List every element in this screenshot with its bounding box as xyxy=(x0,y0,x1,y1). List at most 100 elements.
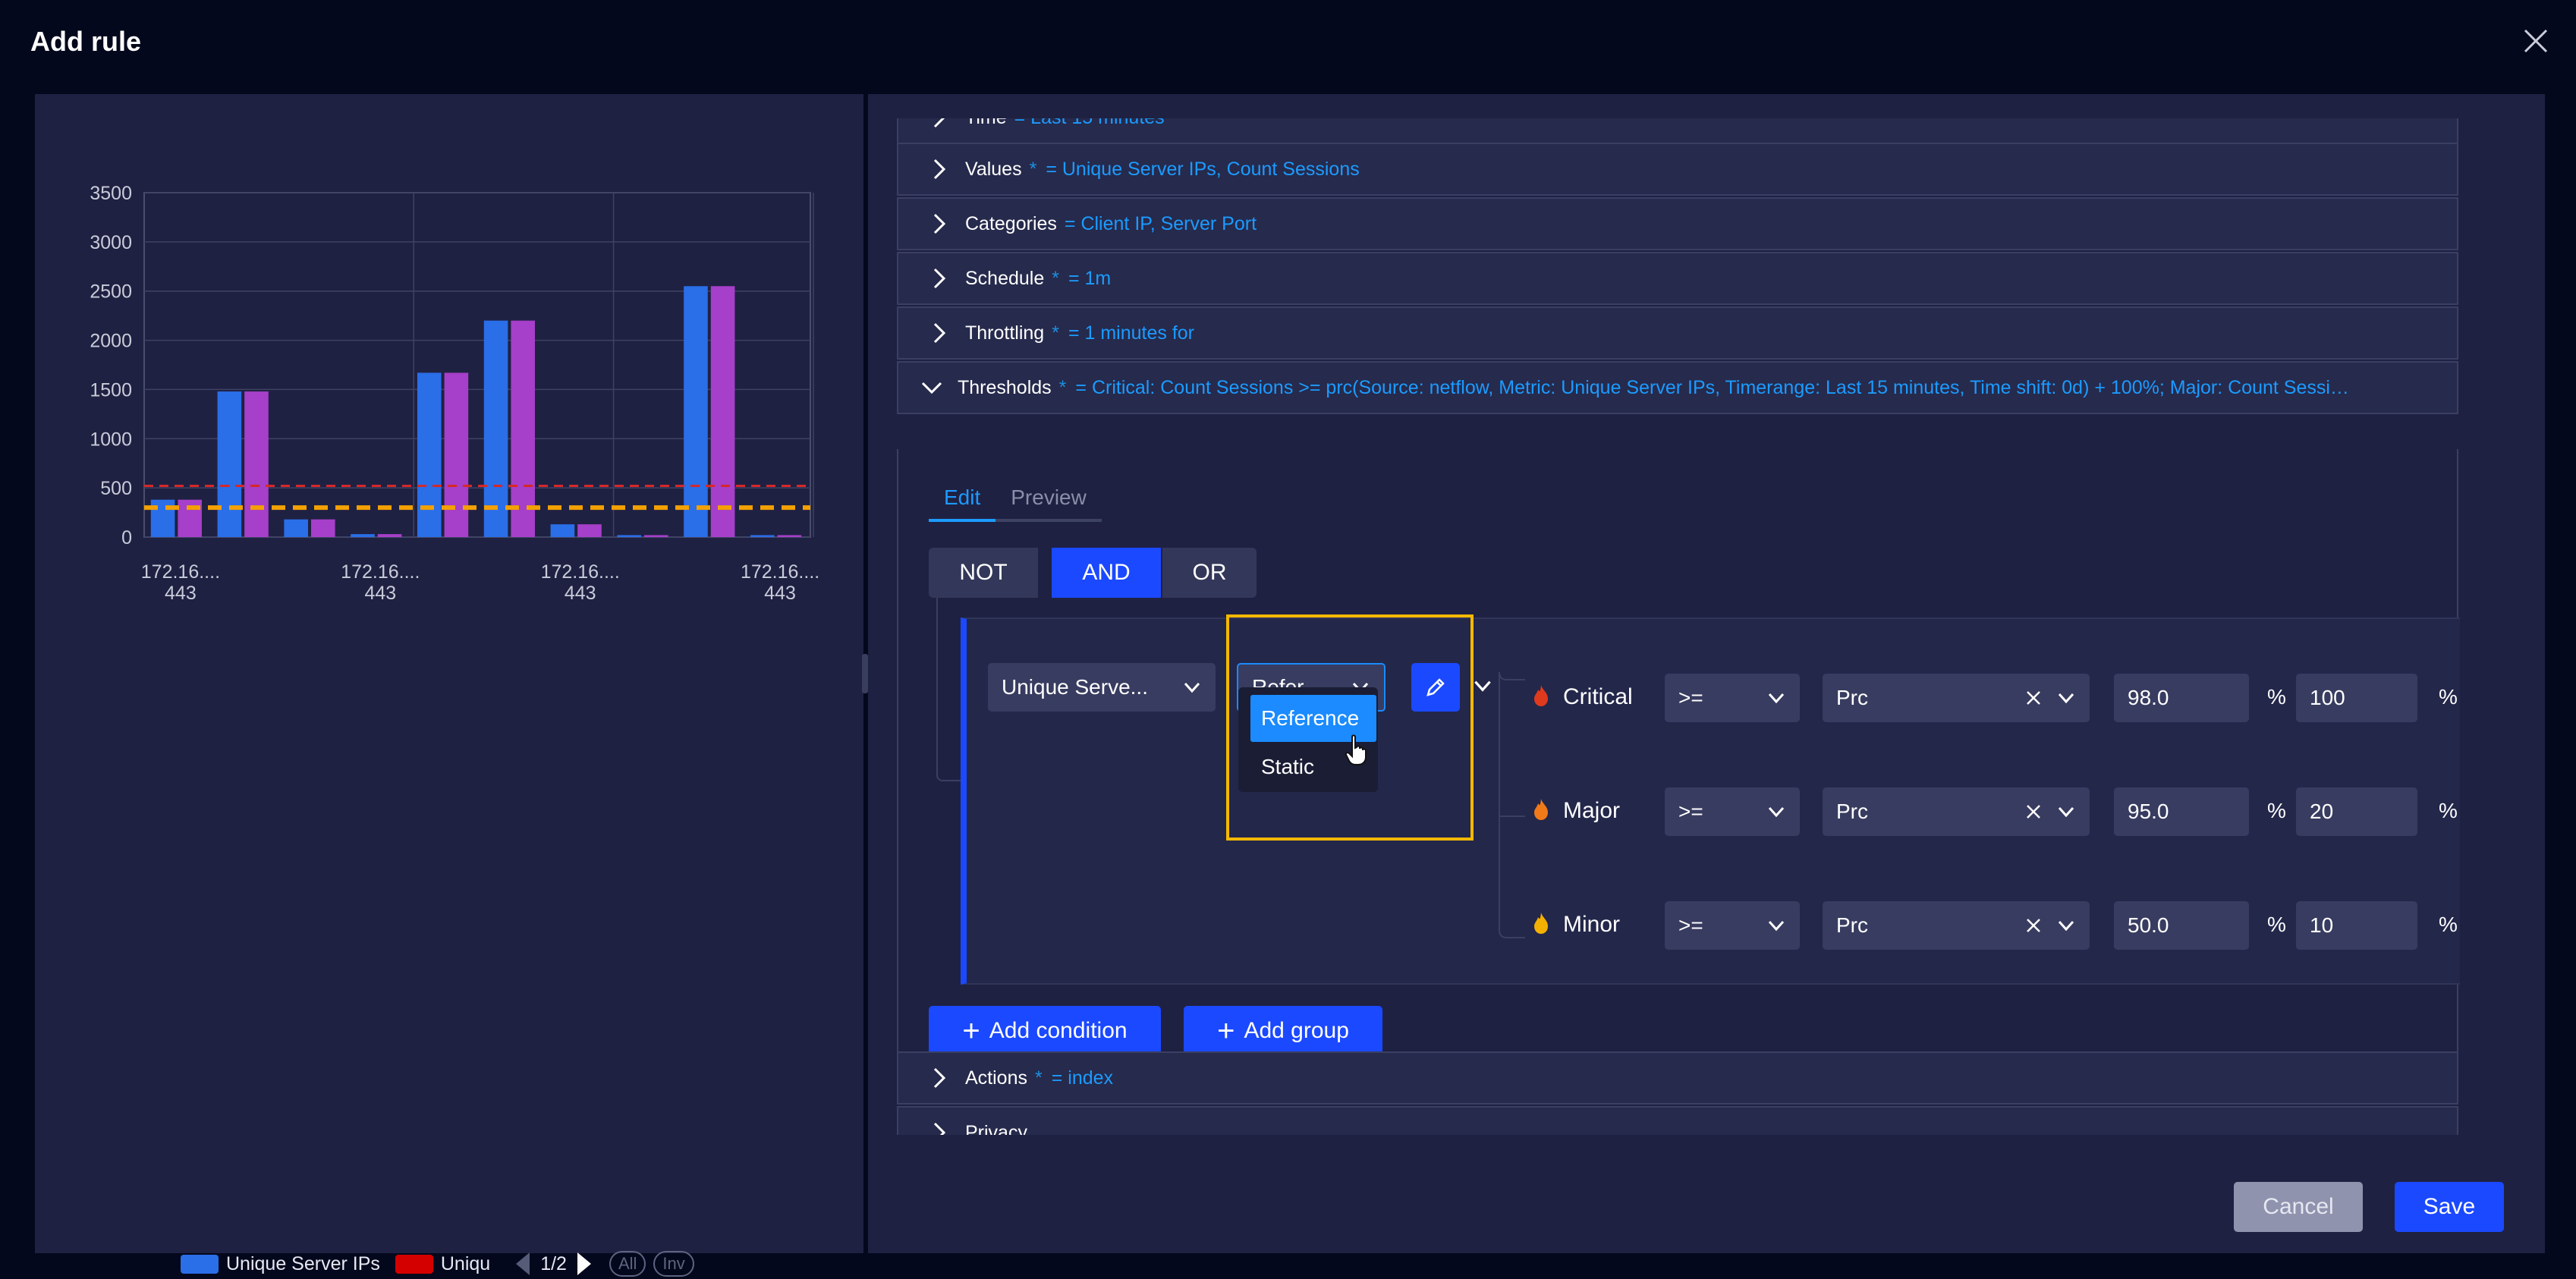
chevron-down-icon xyxy=(1768,693,1785,704)
legend-label-2[interactable]: Uniqu xyxy=(441,1253,490,1275)
section-value: = index xyxy=(1051,1067,1114,1089)
legend-swatch-2[interactable] xyxy=(395,1254,433,1274)
section-time[interactable]: Time = Last 15 minutes xyxy=(897,118,2458,144)
section-value: = 1 minutes for xyxy=(1068,322,1195,344)
thresholds-editor: Edit Preview NOT AND OR Unique Serve... … xyxy=(897,449,2460,1094)
threshold-value-minor[interactable]: 50.0 xyxy=(2114,901,2249,950)
legend-swatch-1[interactable] xyxy=(181,1254,219,1274)
y-tick-label: 3000 xyxy=(90,232,132,253)
section-name: Schedule xyxy=(965,267,1045,289)
chevron-down-icon xyxy=(921,382,942,394)
percent-label: % xyxy=(2267,913,2286,936)
operator-value: >= xyxy=(1678,686,1703,709)
hand-cursor-icon xyxy=(1345,734,1367,765)
threshold-value-major[interactable]: 95.0 xyxy=(2114,787,2249,836)
clear-icon[interactable] xyxy=(2023,915,2044,936)
chart-legend: Unique Server IPs Uniqu 1/2 All Inv xyxy=(181,1249,694,1279)
chevron-right-icon xyxy=(933,213,946,234)
function-value: Prc xyxy=(1836,800,1868,823)
second-value-major[interactable]: 20 xyxy=(2296,787,2417,836)
bar-chart: 0500100015002000250030003500172.16....44… xyxy=(90,183,819,604)
section-schedule[interactable]: Schedule * = 1m xyxy=(897,252,2458,305)
bar-unique-server-ips xyxy=(483,320,508,537)
section-categories[interactable]: Categories = Client IP, Server Port xyxy=(897,197,2458,250)
function-value: Prc xyxy=(1836,913,1868,937)
cancel-button[interactable]: Cancel xyxy=(2234,1182,2363,1232)
clear-icon[interactable] xyxy=(2023,801,2044,822)
legend-next-icon[interactable] xyxy=(577,1252,591,1275)
add-condition-label: Add condition xyxy=(989,1018,1128,1043)
function-value: Prc xyxy=(1836,686,1868,709)
section-value: = 1m xyxy=(1068,267,1112,289)
legend-prev-icon[interactable] xyxy=(516,1252,530,1275)
y-tick-label: 0 xyxy=(121,527,132,548)
dialog-title: Add rule xyxy=(30,26,142,57)
threshold-value-critical[interactable]: 98.0 xyxy=(2114,674,2249,722)
percent-label: % xyxy=(2439,913,2458,936)
required-mark: * xyxy=(1034,1067,1043,1089)
save-button[interactable]: Save xyxy=(2395,1182,2504,1232)
operator-select-critical[interactable]: >= xyxy=(1665,674,1800,722)
or-button[interactable]: OR xyxy=(1162,548,1257,598)
x-tick-label: 172.16.... xyxy=(541,561,620,583)
legend-all-button[interactable]: All xyxy=(609,1251,646,1277)
bar-unique-server-ips xyxy=(351,534,375,537)
condition-group: Unique Serve... Refer... xyxy=(961,618,2460,985)
section-value: = Client IP, Server Port xyxy=(1064,212,1257,234)
section-value: = Last 15 minutes xyxy=(1014,118,1165,129)
chevron-right-icon xyxy=(933,1122,946,1135)
not-button[interactable]: NOT xyxy=(929,548,1038,598)
legend-label-1[interactable]: Unique Server IPs xyxy=(226,1253,380,1275)
chevron-right-icon xyxy=(933,159,946,180)
flame-icon-major xyxy=(1534,799,1548,820)
second-value-minor[interactable]: 10 xyxy=(2296,901,2417,950)
legend-inv-button[interactable]: Inv xyxy=(653,1251,694,1277)
bar-unique-server-ips xyxy=(217,391,242,537)
operator-select-minor[interactable]: >= xyxy=(1665,901,1800,950)
section-name: Values xyxy=(965,158,1022,180)
section-throttling[interactable]: Throttling * = 1 minutes for xyxy=(897,306,2458,360)
bar-uniqu xyxy=(710,286,735,537)
metric-select[interactable]: Unique Serve... xyxy=(988,663,1216,712)
function-select-minor[interactable]: Prc xyxy=(1823,901,2090,950)
bar-uniqu xyxy=(577,524,602,537)
add-group-label: Add group xyxy=(1244,1018,1349,1043)
and-button[interactable]: AND xyxy=(1052,548,1161,598)
expand-chevron-icon[interactable] xyxy=(1470,674,1495,698)
section-name: Categories xyxy=(965,212,1057,234)
percent-label: % xyxy=(2439,685,2458,709)
x-tick-label: 172.16.... xyxy=(741,561,819,583)
x-tick-label: 443 xyxy=(565,583,596,604)
bar-unique-server-ips xyxy=(750,535,775,537)
close-icon[interactable] xyxy=(2521,26,2551,56)
chevron-down-icon xyxy=(2058,806,2074,818)
legend-page: 1/2 xyxy=(540,1252,567,1274)
function-select-critical[interactable]: Prc xyxy=(1823,674,2090,722)
section-values[interactable]: Values * = Unique Server IPs, Count Sess… xyxy=(897,143,2458,196)
section-name: Thresholds xyxy=(958,376,1052,398)
y-tick-label: 1500 xyxy=(90,379,132,401)
section-privacy[interactable]: Privacy xyxy=(897,1106,2458,1135)
chevron-down-icon xyxy=(2058,920,2074,932)
section-thresholds[interactable]: Thresholds * = Critical: Count Sessions … xyxy=(897,361,2458,414)
bar-unique-server-ips xyxy=(684,286,708,537)
section-actions[interactable]: Actions * = index xyxy=(897,1051,2458,1105)
function-select-major[interactable]: Prc xyxy=(1823,787,2090,836)
chevron-down-icon xyxy=(2058,693,2074,704)
add-condition-button[interactable]: + Add condition xyxy=(929,1006,1161,1056)
operator-select-major[interactable]: >= xyxy=(1665,787,1800,836)
section-name: Actions xyxy=(965,1067,1027,1089)
bar-unique-server-ips xyxy=(550,524,575,537)
x-tick-label: 443 xyxy=(764,583,796,604)
tab-edit[interactable]: Edit xyxy=(929,486,996,522)
required-mark: * xyxy=(1052,267,1059,289)
rule-form: Time = Last 15 minutes Values * = Unique… xyxy=(897,118,2460,1135)
clear-icon[interactable] xyxy=(2023,687,2044,709)
chevron-down-icon xyxy=(1184,682,1200,693)
bar-uniqu xyxy=(511,320,535,537)
add-group-button[interactable]: + Add group xyxy=(1184,1006,1382,1056)
panel-splitter[interactable] xyxy=(862,654,868,693)
percent-label: % xyxy=(2439,799,2458,822)
second-value-critical[interactable]: 100 xyxy=(2296,674,2417,722)
tab-preview[interactable]: Preview xyxy=(995,486,1102,522)
